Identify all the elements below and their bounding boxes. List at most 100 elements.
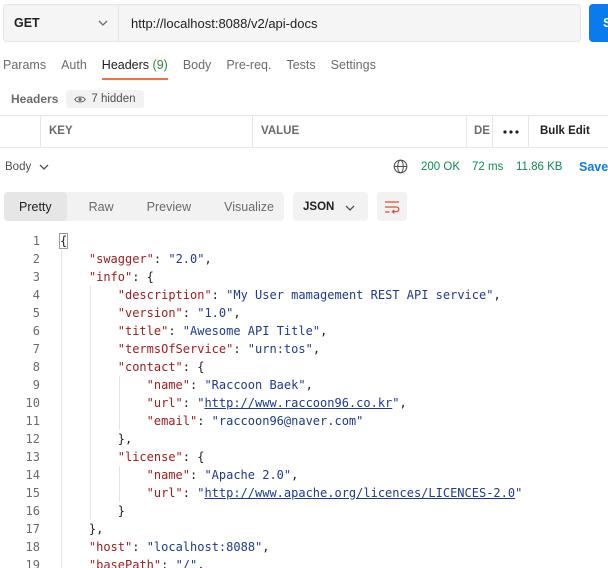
json-punctuation: :	[153, 252, 169, 266]
json-string: "Awesome API Title"	[182, 324, 321, 338]
headers-title: Headers	[11, 92, 59, 106]
indent-guide	[61, 502, 62, 520]
key-column-header: KEY	[40, 116, 252, 147]
tab-settings[interactable]: Settings	[331, 58, 376, 80]
indent-guide	[61, 358, 62, 376]
json-punctuation: ,	[197, 558, 205, 568]
indent-guide	[89, 430, 91, 448]
json-punctuation: ,	[493, 288, 501, 302]
tab-headers[interactable]: Headers (9)	[101, 58, 168, 80]
status-code[interactable]: 200 OK	[421, 161, 460, 173]
json-key: "name"	[146, 378, 190, 392]
line-number: 11	[25, 414, 40, 428]
code-text: "host": "localhost:8088",	[89, 538, 270, 556]
json-string: "1.0"	[197, 306, 234, 320]
indent-guide	[89, 412, 91, 430]
tab-auth[interactable]: Auth	[61, 58, 87, 80]
headers-table-header: KEY VALUE DE Bulk Edit	[0, 115, 608, 148]
line-number: 13	[25, 450, 40, 464]
response-body-select[interactable]: Body	[5, 161, 49, 173]
json-punctuation: }	[117, 504, 125, 518]
code-line: 9 "name": "Raccoon Baek",	[0, 376, 608, 394]
code-line: 19 "basePath": "/",	[0, 556, 608, 568]
indent-guide	[61, 412, 62, 430]
code-line: 14 "name": "Apache 2.0",	[0, 466, 608, 484]
code-line: 15 "url": "http://www.apache.org/licences…	[0, 484, 608, 502]
method-select[interactable]: GET	[4, 5, 119, 41]
indent-guide	[61, 520, 62, 538]
tab-body[interactable]: Body	[183, 58, 212, 80]
code-line: 1{	[0, 232, 608, 250]
code-text: "basePath": "/",	[89, 556, 205, 568]
json-punctuation: :	[132, 540, 147, 554]
json-string: "raccoon96@naver.com"	[211, 414, 364, 428]
code-line: 12},	[0, 430, 608, 448]
response-size[interactable]: 11.86 KB	[516, 161, 562, 173]
json-string: "	[515, 486, 523, 500]
url-text: http://localhost:8088/v2/api-docs	[131, 15, 318, 31]
globe-icon[interactable]	[393, 159, 408, 174]
eye-icon	[74, 96, 87, 102]
json-punctuation: ,	[312, 342, 321, 356]
json-string: "2.0"	[168, 252, 205, 266]
tab-label: Params	[3, 58, 47, 72]
view-pretty[interactable]: Pretty	[4, 192, 67, 221]
tab-label: Tests	[286, 58, 316, 72]
tab-tests[interactable]: Tests	[286, 58, 315, 80]
bulk-edit-button[interactable]: Bulk Edit	[528, 116, 608, 147]
json-punctuation: ,	[291, 468, 299, 482]
indent-guide	[89, 340, 91, 358]
indent-guide	[61, 538, 62, 556]
code-line: 2 "swagger": "2.0",	[0, 250, 608, 268]
code-link[interactable]: http://www.apache.org/licences/LICENCES-…	[204, 486, 515, 500]
view-visualize[interactable]: Visualize	[204, 192, 284, 221]
more-options-button[interactable]	[492, 116, 528, 147]
line-number: 14	[25, 468, 40, 482]
view-preview[interactable]: Preview	[127, 192, 204, 221]
url-input[interactable]: http://localhost:8088/v2/api-docs	[119, 5, 580, 41]
code-text: "contact": {	[118, 358, 205, 376]
code-line: 4 "description": "My User mamagement REST…	[0, 286, 608, 304]
code-text: "title": "Awesome API Title",	[118, 322, 328, 340]
save-response-button[interactable]: Save	[579, 160, 608, 174]
json-punctuation: :	[168, 324, 183, 338]
json-key: "swagger"	[88, 252, 154, 266]
tab-pre-request[interactable]: Pre-req.	[226, 58, 271, 80]
code-line: 3 "info": {	[0, 268, 608, 286]
indent-guide	[61, 322, 62, 340]
indent-guide	[61, 484, 62, 502]
code-text: "swagger": "2.0",	[89, 250, 212, 268]
code-text: "email": "raccoon96@naver.com"	[147, 412, 364, 430]
json-punctuation: : {	[182, 450, 205, 464]
format-select[interactable]: JSON	[293, 192, 368, 221]
code-text: }	[118, 502, 125, 520]
json-punctuation: :	[161, 558, 176, 568]
tab-label: Pre-req.	[226, 58, 272, 72]
chevron-down-icon	[345, 205, 355, 211]
json-string: "urn:tos"	[247, 342, 313, 356]
tab-label: Body	[182, 58, 212, 72]
line-number: 15	[25, 486, 40, 500]
json-punctuation: :	[197, 414, 212, 428]
response-body-code[interactable]: 1{2 "swagger": "2.0", 3 "info": {4 "descript…	[0, 232, 608, 568]
tab-params[interactable]: Params	[3, 58, 46, 80]
hidden-headers-toggle[interactable]: 7 hidden	[66, 90, 144, 108]
indent-guide	[61, 304, 62, 322]
response-body-label: Body	[5, 161, 32, 173]
checkbox-column	[0, 116, 40, 147]
json-key: "license"	[117, 450, 183, 464]
json-punctuation: :	[233, 342, 248, 356]
wrap-lines-icon	[385, 200, 400, 214]
send-button[interactable]: Send	[589, 4, 608, 42]
response-time[interactable]: 72 ms	[472, 161, 503, 173]
wrap-lines-button[interactable]	[377, 192, 407, 221]
json-key: "name"	[146, 468, 190, 482]
line-number: 3	[32, 270, 40, 284]
code-link[interactable]: http://www.raccoon96.co.kr	[204, 396, 392, 410]
indent-guide	[118, 394, 120, 412]
json-punctuation: ,	[305, 378, 313, 392]
view-raw[interactable]: Raw	[67, 192, 127, 221]
indent-guide	[89, 376, 91, 394]
indent-guide	[118, 484, 120, 502]
tab-label: Headers	[101, 58, 150, 72]
